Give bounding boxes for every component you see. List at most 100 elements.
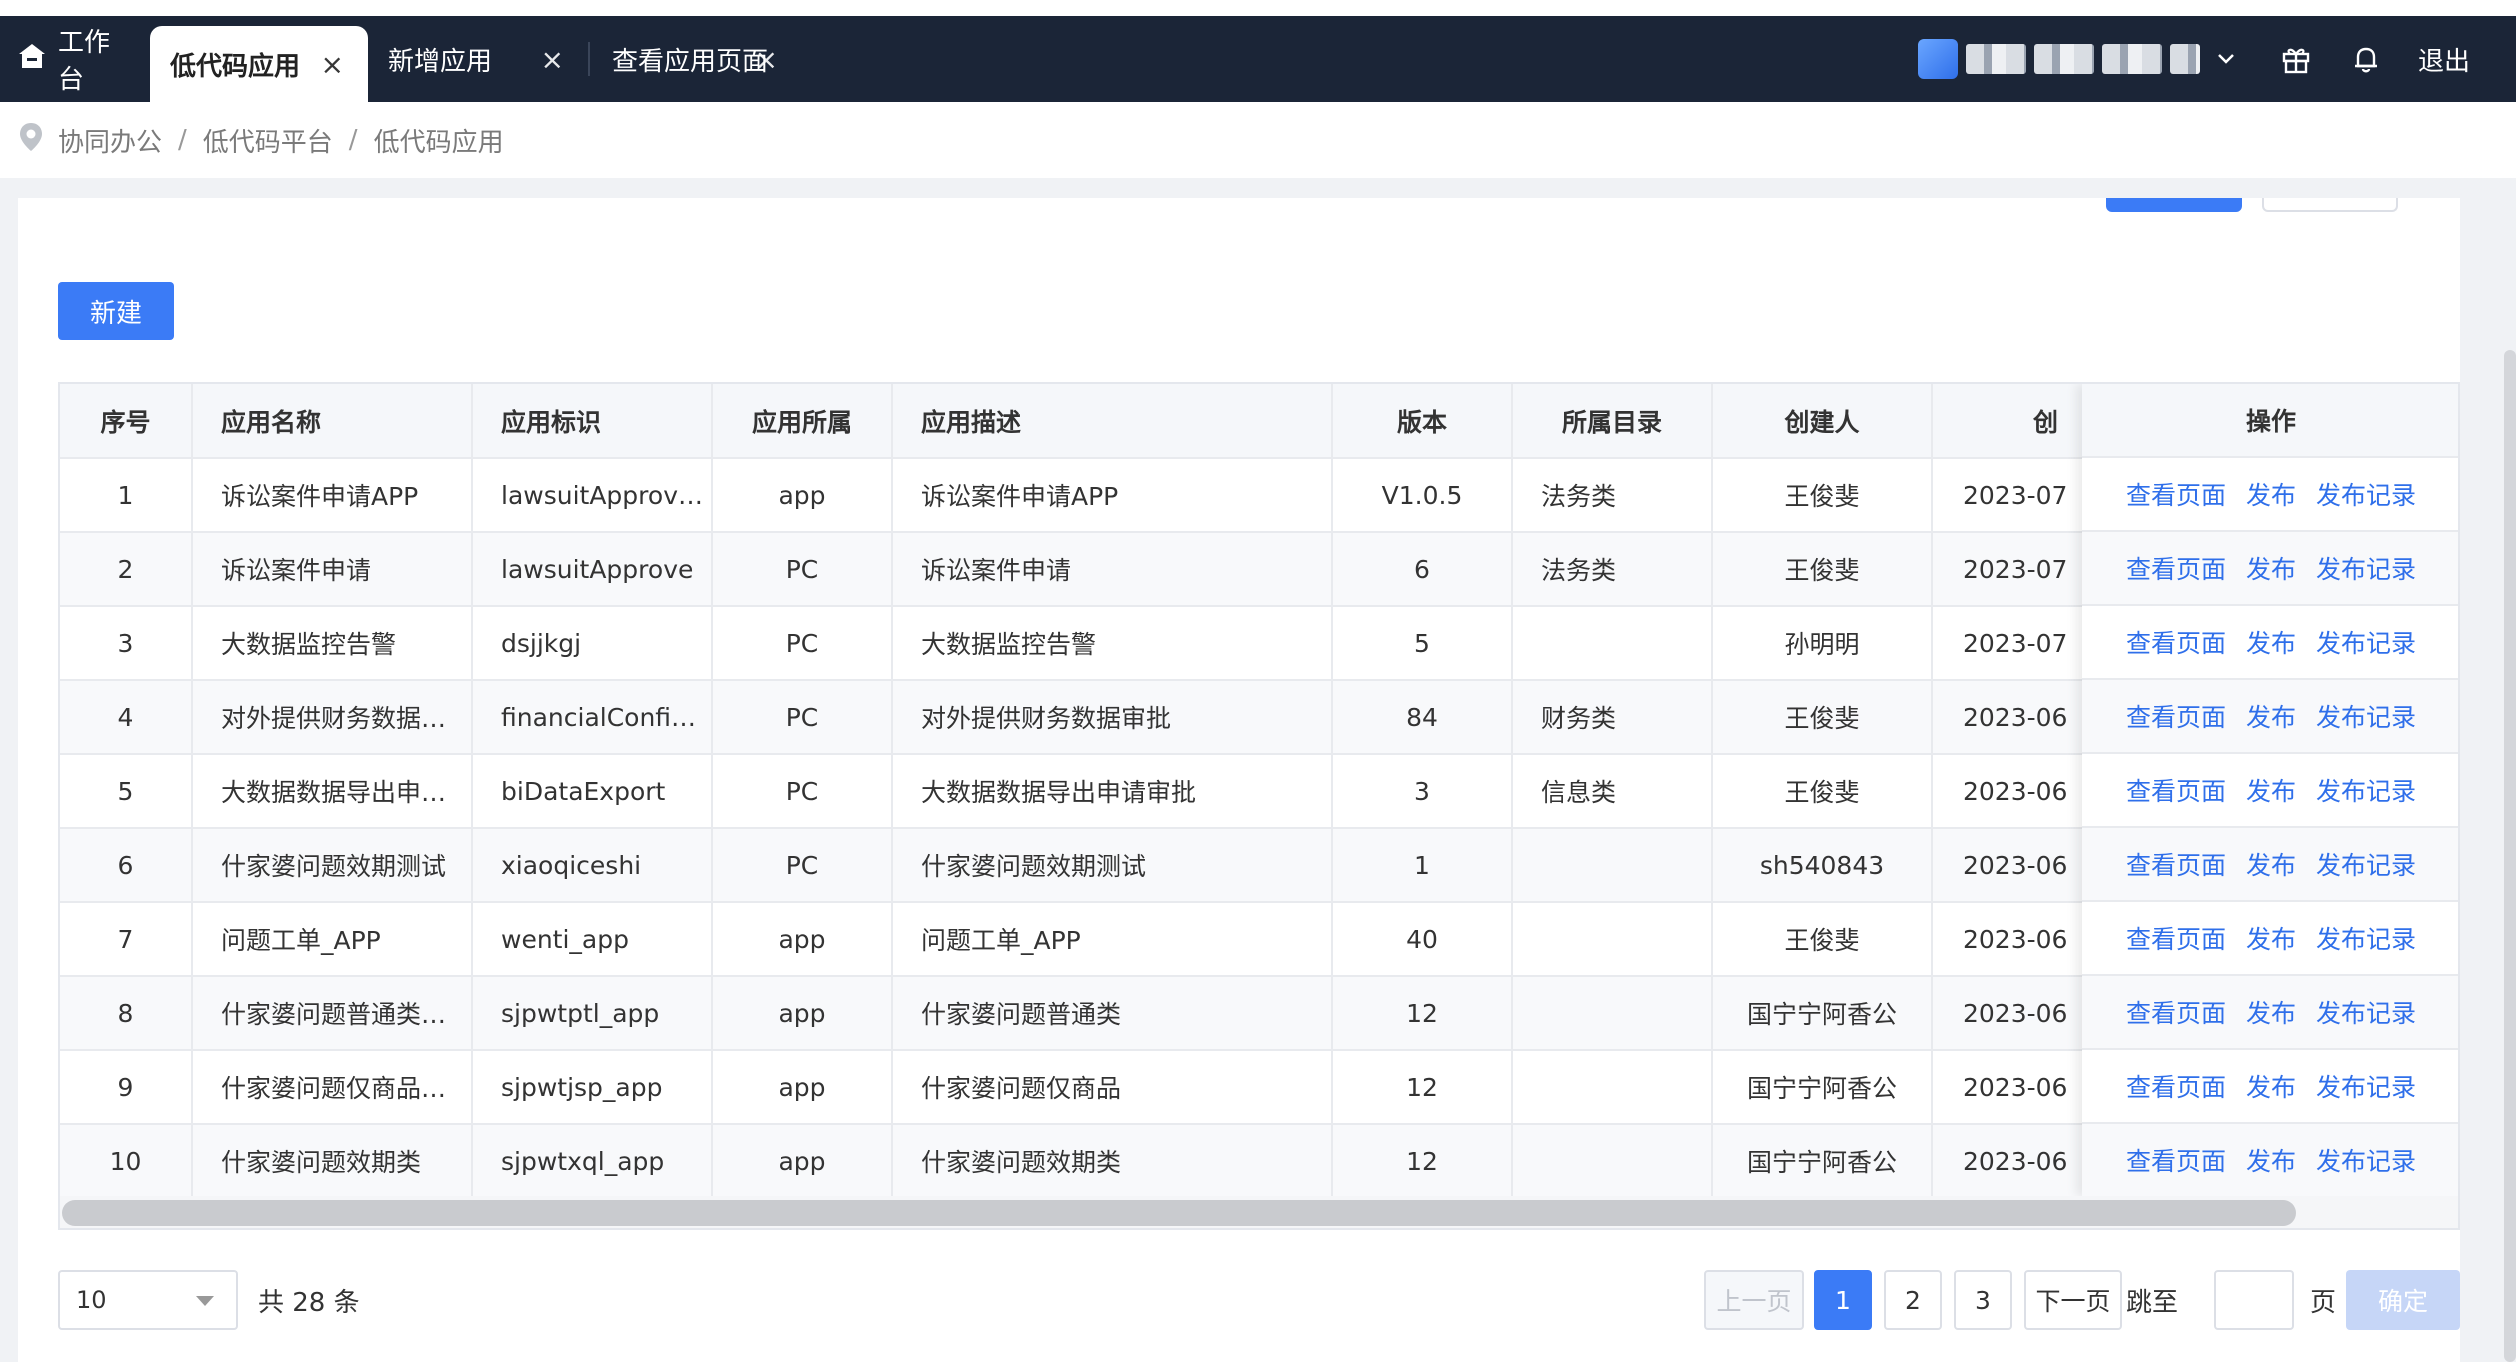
publish-history-link[interactable]: 发布记录	[2316, 698, 2416, 734]
column-header: 应用名称	[192, 384, 473, 459]
table-cell: 法务类	[1512, 458, 1713, 533]
close-icon[interactable]: ×	[321, 48, 344, 81]
table-cell: 3	[1332, 754, 1513, 829]
top-navigation-bar: 工作台 低代码应用 × 新增应用 × 查看应用页面 × 退出	[0, 16, 2516, 102]
table-cell: app	[712, 976, 893, 1051]
table-cell: 什家婆问题仅商品	[892, 1050, 1333, 1125]
view-pages-link[interactable]: 查看页面	[2126, 1142, 2226, 1178]
prev-page-button[interactable]: 上一页	[1704, 1270, 1804, 1330]
table-cell: 国宁宁阿香公	[1712, 1124, 1933, 1199]
publish-history-link[interactable]: 发布记录	[2316, 1068, 2416, 1104]
table-cell: 王俊斐	[1712, 532, 1933, 607]
operations-cell: 查看页面 发布 发布记录	[2082, 976, 2458, 1050]
table-cell: sjpwtjsp_app	[472, 1050, 713, 1125]
tab-label: 查看应用页面	[612, 46, 769, 77]
page-button-3[interactable]: 3	[1954, 1270, 2012, 1330]
tab-label: 工作台	[58, 28, 111, 95]
table-cell: 大数据监控告警	[892, 606, 1333, 681]
table-cell: 什家婆问题普通类…	[192, 976, 473, 1051]
user-menu[interactable]	[1917, 39, 2244, 79]
jump-confirm-button[interactable]: 确定	[2346, 1270, 2460, 1330]
table-cell: 诉讼案件申请	[892, 532, 1333, 607]
search-button-partial[interactable]	[2106, 198, 2242, 212]
table-cell	[1512, 1124, 1713, 1199]
bell-icon[interactable]	[2348, 41, 2384, 77]
table-cell: sjpwtxql_app	[472, 1124, 713, 1199]
jump-page-input[interactable]	[2214, 1270, 2294, 1330]
breadcrumb-separator: /	[178, 125, 187, 155]
publish-link[interactable]: 发布	[2246, 994, 2296, 1030]
table-cell: 大数据数据导出申…	[192, 754, 473, 829]
table-cell: xiaoqiceshi	[472, 828, 713, 903]
table-cell: 84	[1332, 680, 1513, 755]
operations-cell: 查看页面 发布 发布记录	[2082, 606, 2458, 680]
publish-history-link[interactable]: 发布记录	[2316, 846, 2416, 882]
content-panel: 新建 序号 应用名称 应用标识 应用所属 应用描述 版本 所属目录 创建人 创	[18, 198, 2460, 1362]
tab-workbench[interactable]: 工作台	[0, 16, 150, 102]
view-pages-link[interactable]: 查看页面	[2126, 994, 2226, 1030]
logout-button[interactable]: 退出	[2418, 41, 2470, 78]
view-pages-link[interactable]: 查看页面	[2126, 476, 2226, 512]
publish-link[interactable]: 发布	[2246, 846, 2296, 882]
redacted-user-info	[2169, 44, 2200, 74]
scrollbar-thumb[interactable]	[62, 1200, 2296, 1226]
page-size-select[interactable]: 10	[58, 1270, 238, 1330]
topbar-user-area: 退出	[1917, 16, 2516, 102]
reset-button-partial[interactable]	[2262, 198, 2398, 212]
table-cell: 什家婆问题效期类	[892, 1124, 1333, 1199]
operations-cell: 查看页面 发布 发布记录	[2082, 828, 2458, 902]
operations-cell: 查看页面 发布 发布记录	[2082, 458, 2458, 532]
table-cell: PC	[712, 828, 893, 903]
publish-link[interactable]: 发布	[2246, 1142, 2296, 1178]
view-pages-link[interactable]: 查看页面	[2126, 772, 2226, 808]
table-cell: app	[712, 1050, 893, 1125]
close-icon[interactable]: ×	[541, 43, 564, 76]
next-page-button[interactable]: 下一页	[2024, 1270, 2122, 1330]
tab-label: 低代码应用	[170, 51, 301, 82]
publish-history-link[interactable]: 发布记录	[2316, 624, 2416, 660]
gift-icon[interactable]	[2278, 41, 2314, 77]
view-pages-link[interactable]: 查看页面	[2126, 920, 2226, 956]
publish-history-link[interactable]: 发布记录	[2316, 1142, 2416, 1178]
view-pages-link[interactable]: 查看页面	[2126, 550, 2226, 586]
table-cell: 法务类	[1512, 532, 1713, 607]
publish-link[interactable]: 发布	[2246, 550, 2296, 586]
view-pages-link[interactable]: 查看页面	[2126, 1068, 2226, 1104]
redacted-user-info	[1965, 44, 2026, 74]
publish-history-link[interactable]: 发布记录	[2316, 920, 2416, 956]
view-pages-link[interactable]: 查看页面	[2126, 846, 2226, 882]
table-cell: PC	[712, 680, 893, 755]
tab-lowcode-apps[interactable]: 低代码应用 ×	[150, 26, 368, 102]
publish-history-link[interactable]: 发布记录	[2316, 476, 2416, 512]
column-header: 序号	[60, 384, 193, 459]
table-cell: 财务类	[1512, 680, 1713, 755]
breadcrumb-item[interactable]: 协同办公	[58, 122, 162, 159]
table-cell: 40	[1332, 902, 1513, 977]
horizontal-scrollbar[interactable]	[60, 1196, 2458, 1228]
column-header-operations: 操作	[2082, 384, 2458, 458]
publish-history-link[interactable]: 发布记录	[2316, 994, 2416, 1030]
breadcrumb-item[interactable]: 低代码平台	[203, 122, 333, 159]
publish-link[interactable]: 发布	[2246, 1068, 2296, 1104]
table-cell: lawsuitApprov…	[472, 458, 713, 533]
publish-history-link[interactable]: 发布记录	[2316, 550, 2416, 586]
table-cell: 什家婆问题普通类	[892, 976, 1333, 1051]
publish-link[interactable]: 发布	[2246, 476, 2296, 512]
tab-view-app-pages[interactable]: 查看应用页面 ×	[588, 42, 798, 77]
publish-link[interactable]: 发布	[2246, 920, 2296, 956]
publish-history-link[interactable]: 发布记录	[2316, 772, 2416, 808]
view-pages-link[interactable]: 查看页面	[2126, 698, 2226, 734]
page-button-1[interactable]: 1	[1814, 1270, 1872, 1330]
column-header: 所属目录	[1512, 384, 1713, 459]
view-pages-link[interactable]: 查看页面	[2126, 624, 2226, 660]
publish-link[interactable]: 发布	[2246, 624, 2296, 660]
window-top-edge	[0, 0, 2516, 16]
new-button[interactable]: 新建	[58, 282, 174, 340]
tab-new-app[interactable]: 新增应用 ×	[368, 16, 588, 102]
table-cell	[1512, 606, 1713, 681]
page-button-2[interactable]: 2	[1884, 1270, 1942, 1330]
vertical-scrollbar[interactable]	[2504, 350, 2516, 1362]
close-icon[interactable]: ×	[755, 43, 778, 76]
publish-link[interactable]: 发布	[2246, 772, 2296, 808]
publish-link[interactable]: 发布	[2246, 698, 2296, 734]
